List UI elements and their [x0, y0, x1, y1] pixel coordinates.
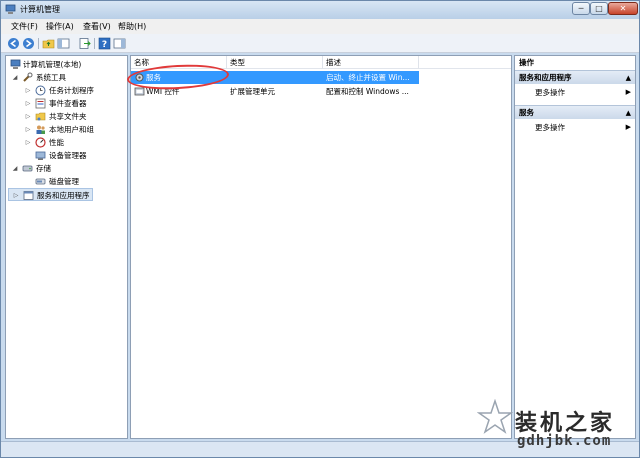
tree-label: 设备管理器: [49, 151, 87, 160]
collapse-arrow-icon[interactable]: ◢: [11, 71, 19, 84]
tree-label: 系统工具: [36, 73, 66, 82]
export-list-icon[interactable]: [78, 37, 91, 50]
tree-label: 磁盘管理: [49, 177, 79, 186]
collapse-arrow-icon[interactable]: ▲: [626, 71, 631, 85]
star-logo-icon: [477, 399, 513, 434]
computer-management-icon: [10, 59, 21, 69]
cell-description: 配置和控制 Windows ...: [326, 87, 409, 96]
more-actions-item[interactable]: 更多操作 ▶: [515, 86, 635, 99]
tree-item-disk-management[interactable]: 磁盘管理: [8, 175, 126, 188]
tree-item-shared-folders[interactable]: ▷ 共享文件夹: [8, 110, 126, 123]
menu-view[interactable]: 查看(V): [83, 21, 111, 32]
forward-arrow-icon[interactable]: [22, 37, 35, 50]
submenu-arrow-icon: ▶: [625, 88, 631, 96]
help-icon[interactable]: ?: [98, 37, 111, 50]
tree-label: 本地用户和组: [49, 125, 94, 134]
submenu-arrow-icon: ▶: [625, 123, 631, 131]
tree-item-storage[interactable]: ◢ 存储: [8, 162, 126, 175]
shared-folder-icon: [35, 112, 46, 121]
actions-section-services-apps[interactable]: 服务和应用程序 ▲: [515, 70, 635, 84]
section-label: 服务: [519, 108, 534, 117]
toolbar-separator: [38, 38, 39, 49]
disk-management-icon: [35, 178, 46, 185]
actions-title: 操作: [515, 56, 635, 70]
tree-item-services-and-applications[interactable]: ▷ 服务和应用程序: [8, 188, 93, 201]
tree-label: 共享文件夹: [49, 112, 87, 121]
cell-type: 扩展管理单元: [230, 87, 275, 96]
toolbar-separator: [94, 38, 95, 49]
collapse-arrow-icon[interactable]: ◢: [11, 162, 19, 175]
computer-management-window: 计算机管理 ─ □ ✕ 文件(F) 操作(A) 查看(V) 帮助(H) ? 计算…: [0, 0, 640, 458]
show-action-pane-icon[interactable]: [113, 37, 126, 50]
expand-arrow-icon[interactable]: ▷: [24, 84, 32, 97]
expand-arrow-icon[interactable]: ▷: [12, 189, 20, 202]
menu-action[interactable]: 操作(A): [46, 21, 74, 32]
watermark: 装机之家 gdhjbk.com: [477, 397, 637, 457]
tree-label: 性能: [49, 138, 64, 147]
tree-label: 事件查看器: [49, 99, 87, 108]
menu-help[interactable]: 帮助(H): [118, 21, 146, 32]
tree-item-performance[interactable]: ▷ 性能: [8, 136, 126, 149]
minimize-button[interactable]: ─: [572, 2, 590, 15]
actions-pane: 操作 服务和应用程序 ▲ 更多操作 ▶ 服务 ▲ 更多操作 ▶: [514, 55, 636, 439]
cell-description: 启动、终止并设置 Win...: [326, 73, 410, 82]
event-viewer-icon: [35, 98, 46, 109]
tree-item-system-tools[interactable]: ◢ 系统工具: [8, 71, 126, 84]
up-folder-icon[interactable]: [42, 37, 55, 50]
menu-file[interactable]: 文件(F): [11, 21, 38, 32]
maximize-button[interactable]: □: [590, 2, 608, 15]
column-header-type[interactable]: 类型: [227, 56, 323, 69]
more-actions-label: 更多操作: [535, 123, 565, 132]
window-title: 计算机管理: [20, 5, 60, 14]
expand-arrow-icon[interactable]: ▷: [24, 97, 32, 110]
actions-section-services[interactable]: 服务 ▲: [515, 105, 635, 119]
column-header-description[interactable]: 描述: [323, 56, 419, 69]
computer-management-icon: [5, 4, 16, 14]
services-apps-icon: [23, 191, 34, 200]
console-tree-pane[interactable]: 计算机管理(本地) ◢ 系统工具 ▷ 任务计划程序 ▷ 事件查看器 ▷ 共享文件…: [5, 55, 128, 439]
tree-item-event-viewer[interactable]: ▷ 事件查看器: [8, 97, 126, 110]
back-arrow-icon[interactable]: [7, 37, 20, 50]
results-list-pane[interactable]: 名称 类型 描述 服务 启动、终止并设置 Win... WMI 控件 扩展管理单…: [130, 55, 512, 439]
tree-label: 计算机管理(本地): [23, 60, 82, 69]
section-label: 服务和应用程序: [519, 73, 572, 82]
storage-icon: [22, 165, 33, 172]
expand-arrow-icon[interactable]: ▷: [24, 123, 32, 136]
tree-item-task-scheduler[interactable]: ▷ 任务计划程序: [8, 84, 126, 97]
show-hide-tree-icon[interactable]: [57, 37, 70, 50]
svg-text:?: ?: [102, 40, 107, 50]
more-actions-item[interactable]: 更多操作 ▶: [515, 121, 635, 134]
menu-bar: 文件(F) 操作(A) 查看(V) 帮助(H): [1, 19, 639, 34]
expand-arrow-icon[interactable]: ▷: [24, 110, 32, 123]
close-button[interactable]: ✕: [608, 2, 638, 15]
system-tools-icon: [23, 72, 33, 82]
title-bar[interactable]: 计算机管理 ─ □ ✕: [1, 1, 639, 19]
expand-arrow-icon[interactable]: ▷: [24, 136, 32, 149]
tree-item-device-manager[interactable]: 设备管理器: [8, 149, 126, 162]
device-manager-icon: [35, 151, 46, 160]
tree-label: 任务计划程序: [49, 86, 94, 95]
watermark-url: gdhjbk.com: [517, 433, 612, 449]
collapse-arrow-icon[interactable]: ▲: [626, 106, 631, 120]
tree-item-local-users[interactable]: ▷ 本地用户和组: [8, 123, 126, 136]
toolbar: ?: [1, 34, 639, 53]
tree-label: 存储: [36, 164, 51, 173]
users-icon: [36, 125, 45, 134]
clock-icon: [35, 85, 46, 96]
tree-item-computer-management[interactable]: 计算机管理(本地): [8, 58, 126, 71]
more-actions-label: 更多操作: [535, 88, 565, 97]
tree-label: 服务和应用程序: [37, 191, 90, 200]
performance-icon: [35, 137, 46, 148]
